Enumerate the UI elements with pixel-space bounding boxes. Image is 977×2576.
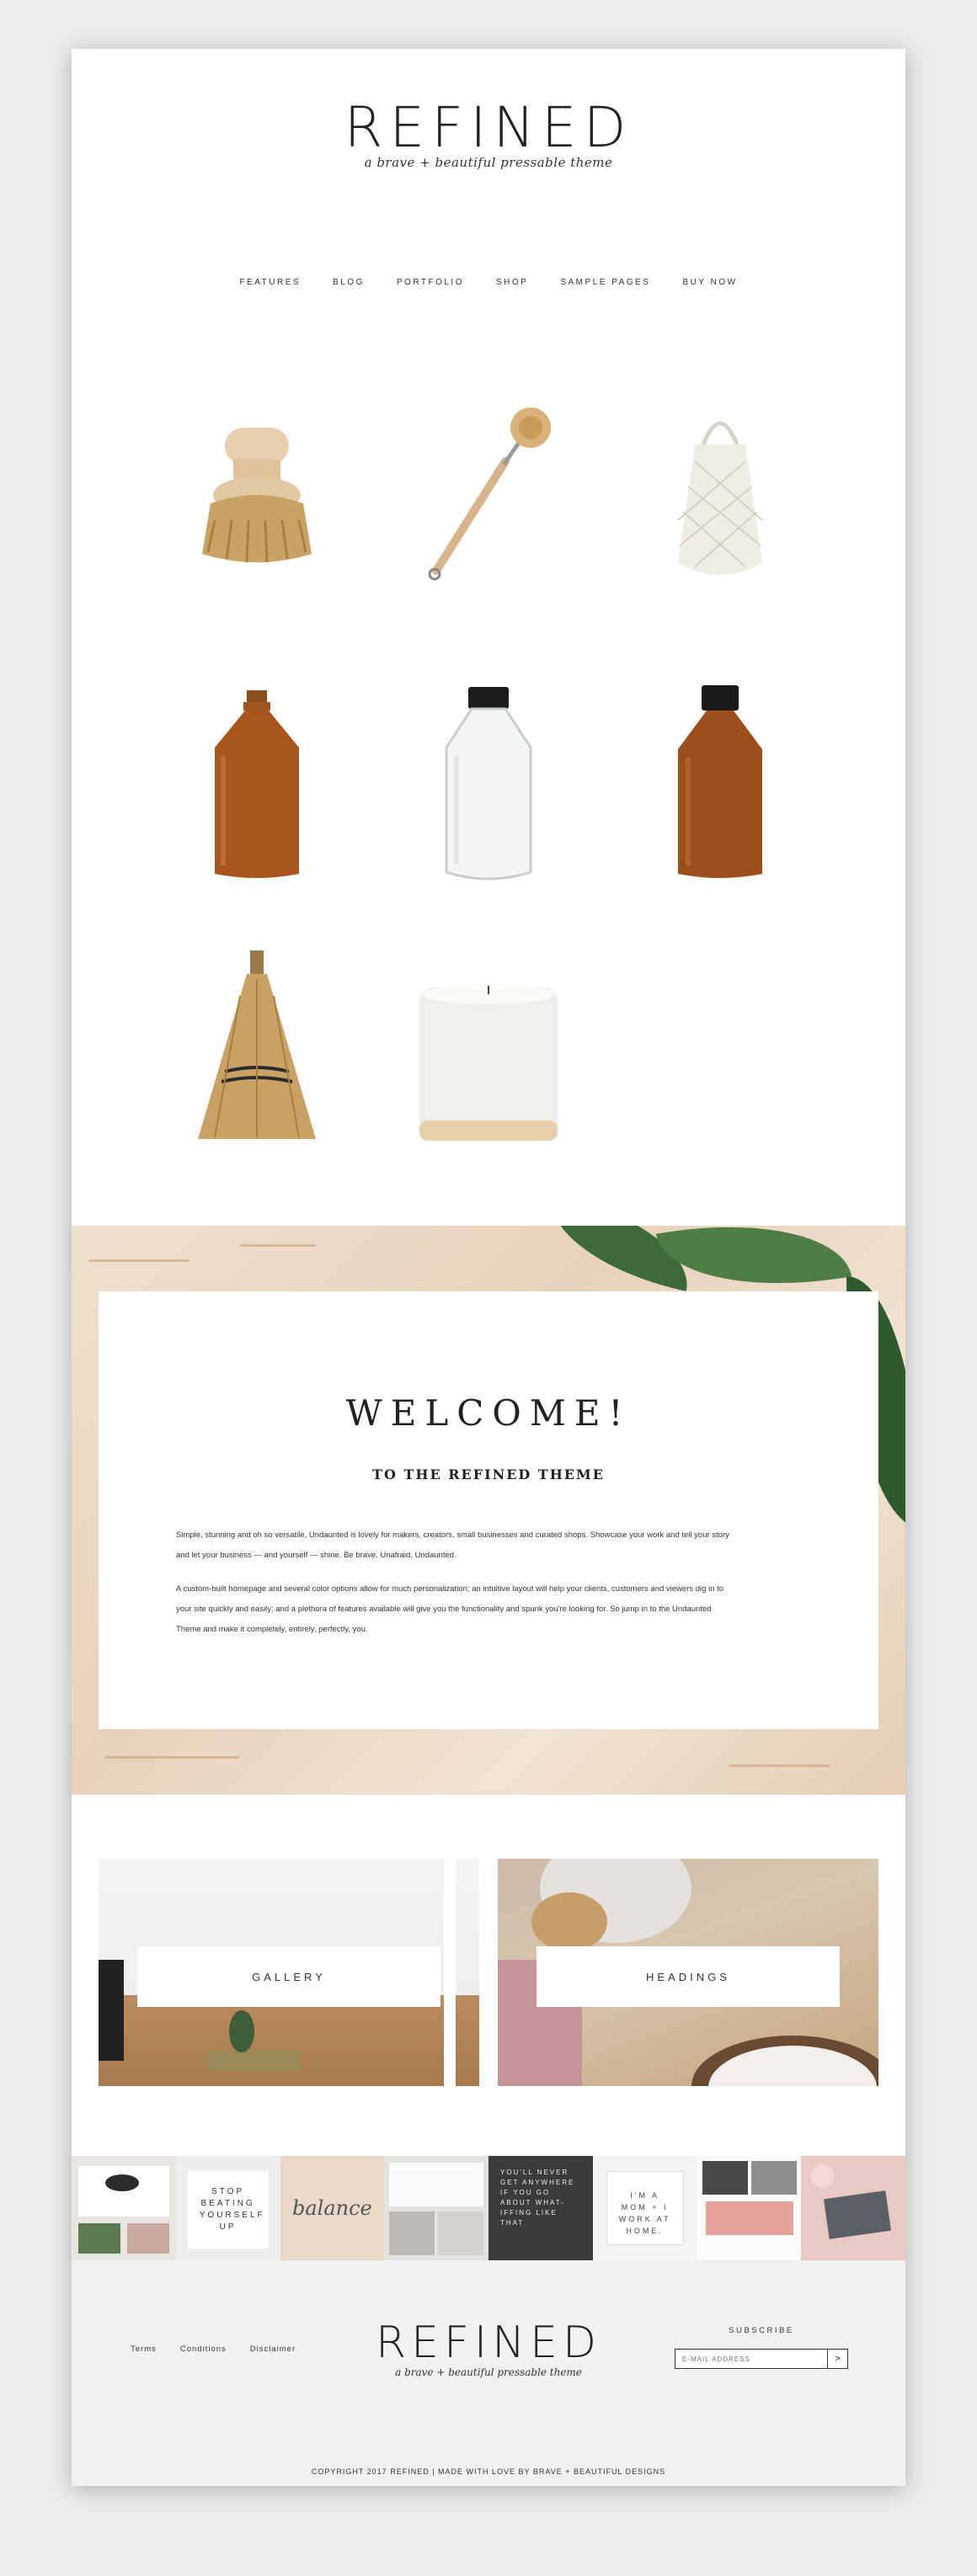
nav-sample-pages[interactable]: SAMPLE PAGES [560, 278, 650, 287]
gallery-card[interactable]: GALLERY [99, 1859, 479, 2086]
copyright: COPYRIGHT 2017 REFINED | MADE WITH LOVE … [311, 2467, 666, 2476]
tile-balance-text: balance [291, 2196, 372, 2220]
tile-logo [105, 2174, 139, 2191]
subscribe-form: SUBSCRIBE > [675, 2326, 848, 2369]
dish-brush-icon [428, 407, 551, 581]
site-logo[interactable]: REFINED a brave + beautiful pressable th… [72, 95, 905, 171]
product-candle[interactable] [404, 945, 573, 1147]
tile-photo [750, 2161, 797, 2195]
plant [229, 2010, 254, 2052]
instagram-tile[interactable]: I'M A MOM + I WORK AT HOME. [592, 2156, 697, 2260]
mesh-bag-icon [677, 421, 763, 575]
pot-brush-icon [202, 428, 312, 563]
logo-wordmark: REFINED [344, 95, 633, 160]
product-dish-brush[interactable] [404, 394, 573, 596]
instagram-tile[interactable] [697, 2156, 802, 2260]
instagram-tile[interactable]: STOP BEATING YOURSELF UP [175, 2156, 280, 2260]
tile-photo [705, 2201, 793, 2235]
tile-photo [389, 2211, 435, 2255]
jar-lid [531, 1892, 607, 1951]
subscribe-submit-button[interactable]: > [828, 2349, 848, 2369]
product-amber-bottle-cap[interactable] [636, 680, 804, 882]
tile-photo [127, 2223, 169, 2254]
subscribe-row: > [675, 2349, 848, 2369]
wood-grain [729, 1764, 830, 1767]
tile-photo [78, 2223, 120, 2254]
chair [99, 1960, 124, 2061]
tile-cup [811, 2164, 836, 2188]
whisk-broom-icon [198, 950, 316, 1139]
instagram-tile[interactable]: YOU'LL NEVER GET ANYWHERE IF YOU GO ABOU… [488, 2156, 593, 2260]
product-whisk-broom[interactable] [173, 945, 341, 1147]
product-pot-brush[interactable] [173, 394, 341, 596]
tile-quote-text: YOU'LL NEVER GET ANYWHERE IF YOU GO ABOU… [500, 2169, 575, 2227]
wood-grain [105, 1756, 240, 1759]
instagram-tile[interactable] [72, 2156, 176, 2260]
candle-icon [419, 984, 558, 1141]
tile-photo [438, 2211, 484, 2255]
welcome-title: WELCOME! [345, 1392, 632, 1434]
tray [208, 2051, 301, 2071]
instagram-tile[interactable] [384, 2156, 488, 2260]
window-frame [444, 1859, 456, 2086]
tile-screen [389, 2163, 484, 2206]
product-mesh-bag[interactable] [636, 394, 804, 596]
wood-grain [240, 1244, 316, 1247]
amber-bottle-icon [215, 690, 299, 878]
welcome-subtitle: TO THE REFINED THEME [372, 1466, 605, 1482]
logo-tagline: a brave + beautiful pressable theme [364, 155, 613, 170]
headings-card-label: HEADINGS [537, 1946, 840, 2007]
welcome-box: WELCOME! TO THE REFINED THEME Simple, st… [99, 1291, 878, 1729]
tile-laptop [824, 2190, 892, 2239]
tile-photo [702, 2161, 748, 2195]
tile-screen [78, 2166, 169, 2217]
welcome-paragraph-1a: Simple, stunning and oh so versatile, Un… [176, 1530, 729, 1540]
product-clear-bottle[interactable] [404, 680, 573, 882]
amber-bottle-cap-icon [678, 685, 762, 878]
headings-card[interactable]: HEADINGS [498, 1859, 878, 2086]
nav-buy-now[interactable]: BUY NOW [682, 278, 737, 287]
welcome-paragraph-1b: and let your business — and yourself — s… [176, 1551, 456, 1560]
clear-bottle-icon [445, 687, 532, 881]
welcome-paragraph-2b: your site quickly and easily; and a plet… [176, 1605, 712, 1614]
instagram-tile[interactable] [801, 2156, 905, 2260]
nav-shop[interactable]: SHOP [496, 278, 528, 287]
tile-quote-text: I'M A MOM + I WORK AT HOME. [618, 2191, 671, 2235]
main-nav: FEATURES BLOG PORTFOLIO SHOP SAMPLE PAGE… [72, 278, 905, 287]
product-amber-bottle[interactable] [173, 680, 341, 882]
footer: Terms Conditions Disclaimer REFINED a br… [72, 2260, 905, 2486]
welcome-section: WELCOME! TO THE REFINED THEME Simple, st… [72, 1226, 905, 1795]
welcome-paragraph-2c: Theme and make it completely, entirely, … [176, 1625, 368, 1634]
nav-portfolio[interactable]: PORTFOLIO [397, 278, 464, 287]
instagram-strip: STOP BEATING YOURSELF UP balance YOU'LL … [72, 2156, 905, 2260]
instagram-tile[interactable]: balance [280, 2156, 385, 2260]
nav-blog[interactable]: BLOG [333, 278, 365, 287]
nav-features[interactable]: FEATURES [239, 278, 301, 287]
page: REFINED a brave + beautiful pressable th… [72, 49, 905, 2486]
gallery-card-label: GALLERY [137, 1946, 440, 2007]
tile-quote-text: STOP BEATING YOURSELF UP [199, 2187, 265, 2232]
wood-grain [88, 1259, 190, 1262]
subscribe-title: SUBSCRIBE [729, 2326, 794, 2335]
email-field[interactable] [675, 2349, 828, 2369]
welcome-paragraph-2a: A custom-built homepage and several colo… [176, 1584, 724, 1594]
